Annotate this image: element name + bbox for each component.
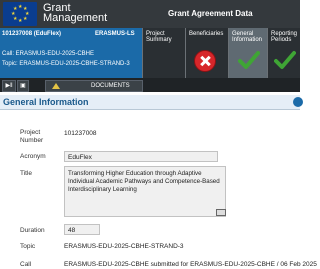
tab-label: Project Summary xyxy=(146,31,172,43)
save-icon[interactable]: ▣ xyxy=(17,80,29,92)
context-call: Call: ERASMUS-EDU-2025-CBHE xyxy=(2,51,95,57)
tab-beneficiaries[interactable]: Beneficiaries xyxy=(185,28,228,78)
help-icon[interactable] xyxy=(293,97,303,107)
section-header: General Information xyxy=(0,95,303,110)
checkmark-icon xyxy=(238,50,260,70)
tab-general-information[interactable]: General Information xyxy=(228,28,267,78)
module-title: Grant Agreement Data xyxy=(168,9,253,18)
eu-flag-logo: ★ ★ ★ ★ ★ ★ ★ ★ xyxy=(3,2,37,26)
section-title: General Information xyxy=(3,97,89,107)
app-title: Grant Management xyxy=(43,2,108,24)
project-id-acronym: 101237008 (EduFlex) xyxy=(2,31,62,37)
top-banner: ★ ★ ★ ★ ★ ★ ★ ★ Grant Management Grant A… xyxy=(0,0,300,28)
tab-project-summary[interactable]: Project Summary xyxy=(142,28,185,78)
title-label: Title xyxy=(20,170,33,177)
error-x-icon xyxy=(194,50,216,72)
tab-label: Beneficiaries xyxy=(189,31,224,37)
topic-label: Topic xyxy=(20,243,36,250)
context-topic: Topic: ERASMUS-EDU-2025-CBHE-STRAND-3 xyxy=(2,61,130,67)
call-label: Call xyxy=(20,261,32,268)
warning-icon xyxy=(52,83,60,89)
acronym-label: Acronym xyxy=(20,153,46,160)
tab-label: General Information xyxy=(232,31,263,43)
checkmark-icon xyxy=(274,50,296,70)
documents-label: DOCUMENTS xyxy=(91,83,130,89)
project-context-panel: 101237008 (EduFlex) ERASMUS-LS Call: ERA… xyxy=(0,28,142,78)
call-value: ERASMUS-EDU-2025-CBHE submitted for ERAS… xyxy=(64,261,317,268)
duration-field[interactable]: 48 xyxy=(64,224,100,235)
acronym-field[interactable]: EduFlex xyxy=(64,151,218,162)
keyboard-icon[interactable] xyxy=(216,209,226,216)
documents-button[interactable]: DOCUMENTS xyxy=(45,80,143,92)
project-number-label: Project Number xyxy=(20,129,44,144)
toolbar: ▶‖ ▣ DOCUMENTS xyxy=(0,78,300,92)
title-textarea[interactable]: Transforming Higher Education through Ad… xyxy=(64,166,226,217)
project-number-value: 101237008 xyxy=(64,130,97,137)
tab-strip: Project Summary Beneficiaries General In… xyxy=(142,28,300,78)
topic-value: ERASMUS-EDU-2025-CBHE-STRAND-3 xyxy=(64,243,184,250)
tab-label: Reporting Periods xyxy=(271,31,298,43)
programme-label: ERASMUS-LS xyxy=(95,31,135,37)
play-pause-icon[interactable]: ▶‖ xyxy=(2,80,16,92)
duration-label: Duration xyxy=(20,227,45,234)
tab-reporting-periods[interactable]: Reporting Periods xyxy=(267,28,301,78)
